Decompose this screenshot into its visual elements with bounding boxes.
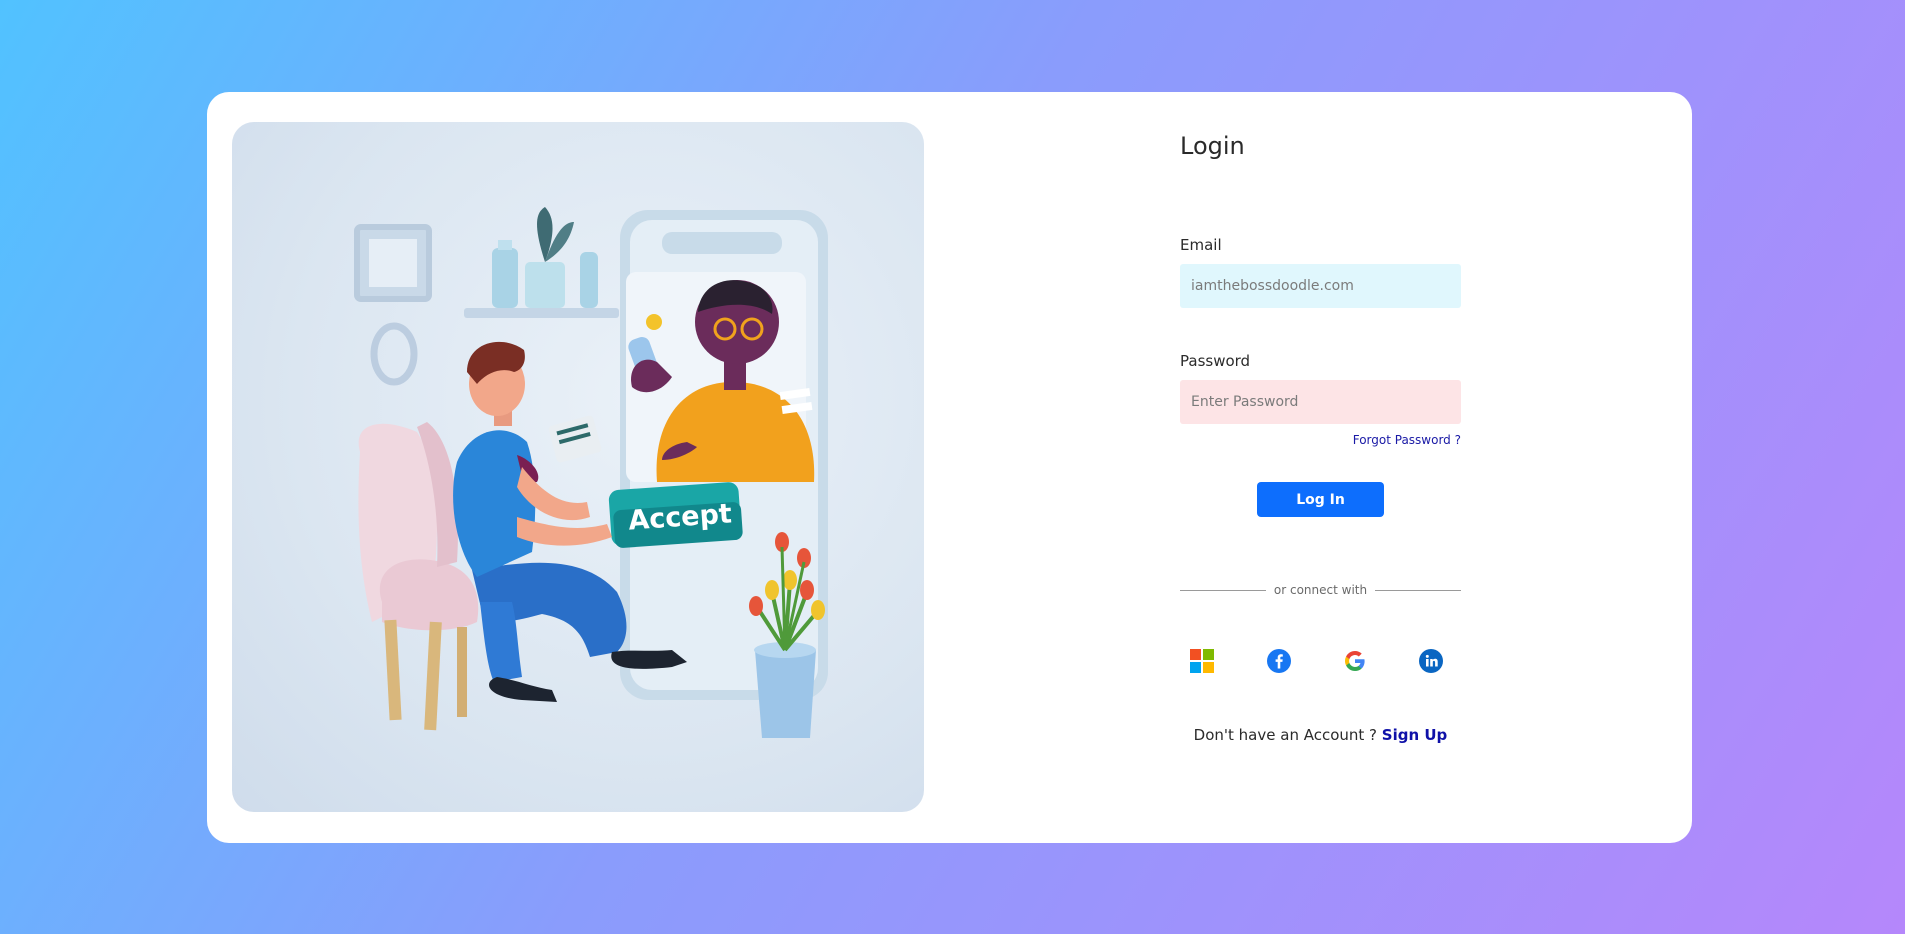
divider-line-right [1375,590,1461,591]
google-icon [1345,651,1365,671]
login-button[interactable]: Log In [1257,482,1384,517]
signup-prompt: Don't have an Account ? [1193,726,1378,744]
page-title: Login [1180,132,1245,160]
login-card: Accept Login Email iamthebossdoodle.com … [207,92,1692,843]
forgot-password-link[interactable]: Forgot Password ? [1353,433,1461,447]
password-label: Password [1180,352,1251,370]
google-login-button[interactable] [1340,646,1370,676]
microsoft-login-button[interactable] [1187,646,1217,676]
divider-text: or connect with [1273,583,1368,597]
login-illustration: Accept [232,122,924,812]
social-login-buttons [1180,646,1461,676]
signup-link[interactable]: Sign Up [1382,726,1448,744]
facebook-login-button[interactable] [1264,646,1294,676]
linkedin-icon [1419,649,1443,673]
microsoft-icon [1190,649,1214,673]
linkedin-login-button[interactable] [1416,646,1446,676]
illustration-image: Accept [354,207,828,738]
password-field[interactable] [1180,380,1461,424]
or-connect-divider: or connect with [1180,583,1461,597]
email-field[interactable] [1180,264,1461,308]
divider-line-left [1180,590,1266,591]
facebook-icon [1267,649,1291,673]
email-label: Email [1180,236,1222,254]
signup-row: Don't have an Account ? Sign Up [1180,726,1461,744]
